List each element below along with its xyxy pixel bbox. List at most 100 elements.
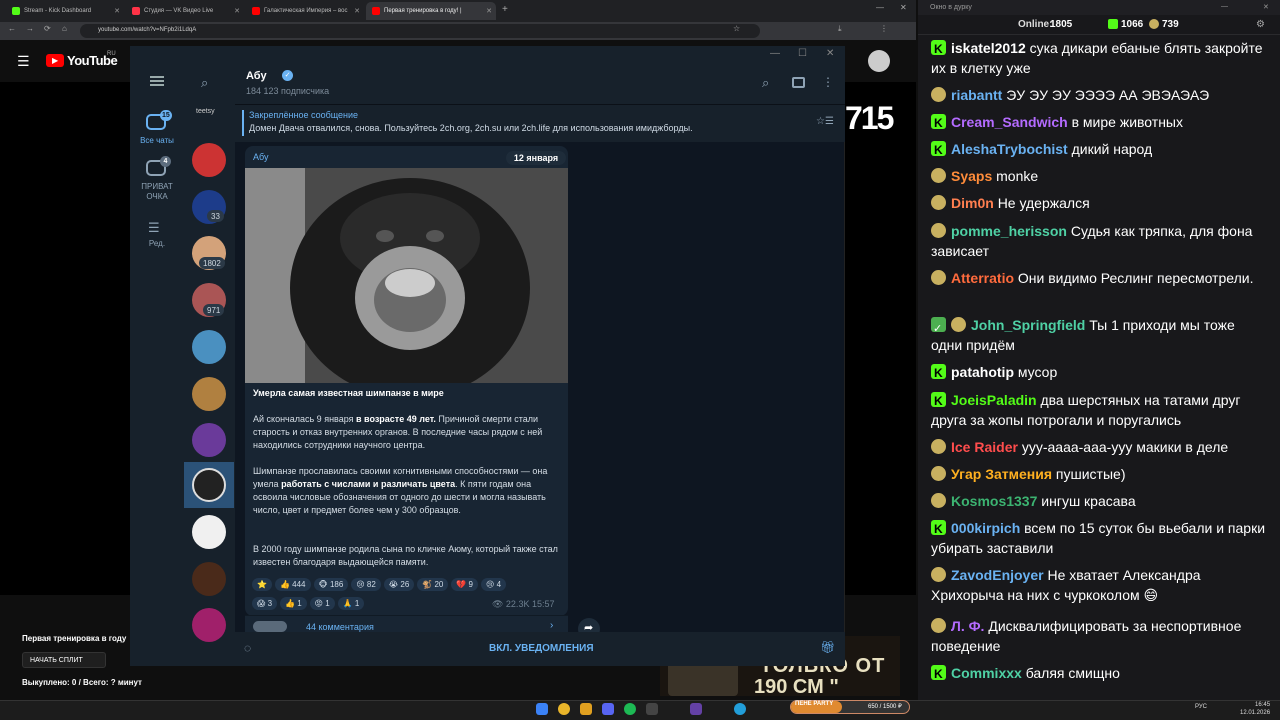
spotify-icon[interactable] [624, 703, 636, 715]
browser-tab-youtube-1[interactable]: Галактическая Империя – вос ✕ [246, 2, 364, 20]
browser-tab-youtube-active[interactable]: Первая тренировка в году! | ✕ [366, 2, 496, 20]
chat-username[interactable]: Угар Затмения [951, 466, 1052, 482]
forward-icon[interactable]: → [26, 24, 34, 33]
reaction-chip[interactable]: 🐒 20 [417, 578, 449, 591]
language-indicator[interactable]: РУС [1195, 704, 1207, 710]
channel-name[interactable]: Абу [246, 70, 267, 82]
avatar[interactable] [192, 423, 226, 457]
discord-icon[interactable] [602, 703, 614, 715]
close-icon[interactable]: ✕ [234, 7, 240, 15]
folder-all-chats[interactable]: Все чаты [134, 136, 180, 146]
avatar[interactable] [192, 515, 226, 549]
more-icon[interactable]: ⋮ [822, 75, 834, 89]
gear-icon[interactable]: ⚙ [1256, 19, 1265, 30]
reaction-chip[interactable]: 👍 1 [280, 597, 307, 610]
close-window-icon[interactable]: ✕ [900, 3, 907, 12]
menu-dots-icon[interactable]: ⋮ [880, 24, 888, 33]
menu-icon[interactable]: ☰ [17, 53, 30, 70]
close-icon[interactable]: ✕ [354, 7, 360, 15]
avatar[interactable] [192, 330, 226, 364]
message-paragraph: Шимпанзе прославилась своими когнитивным… [253, 465, 561, 517]
chat-username[interactable]: Syaps [951, 168, 992, 184]
minimize-icon[interactable]: — [1221, 3, 1228, 10]
chat-username[interactable]: Cream_Sandwich [951, 114, 1068, 130]
chat-username[interactable]: 000kirpich [951, 520, 1020, 536]
chat-username[interactable]: iskatel2012 [951, 40, 1026, 56]
windows-start-icon[interactable] [536, 703, 548, 715]
avatar[interactable] [192, 143, 226, 177]
reaction-chip[interactable]: 🐵 186 [313, 578, 349, 591]
back-icon[interactable]: ← [8, 24, 16, 33]
address-bar[interactable]: youtube.com/watch?v=NFpb2i1LdqA [80, 24, 760, 38]
chat-username[interactable]: Commixxx [951, 665, 1022, 681]
chimpanzee-photo [245, 168, 568, 383]
close-window-icon[interactable]: ✕ [1263, 3, 1269, 11]
user-badge-icon [931, 567, 946, 582]
youtube-logo-icon[interactable]: ▶ [46, 54, 64, 67]
chat-username[interactable]: Л. Ф. [951, 618, 984, 634]
clock[interactable]: 16:45 12.01.2026 [1240, 701, 1270, 717]
chat-username[interactable]: Kosmos1337 [951, 493, 1037, 509]
reaction-chip[interactable]: 😭 26 [383, 578, 415, 591]
chat-username[interactable]: Atterratio [951, 270, 1014, 286]
avatar[interactable] [192, 377, 226, 411]
close-window-icon[interactable]: ✕ [826, 48, 834, 59]
avatar[interactable] [192, 608, 226, 642]
telegram-icon[interactable] [734, 703, 746, 715]
chat-username[interactable]: pomme_herisson [951, 223, 1067, 239]
chat-username[interactable]: ZavodEnjoyer [951, 567, 1044, 583]
sliders-icon[interactable]: ☰ [148, 220, 160, 236]
avatar[interactable] [192, 468, 226, 502]
browser-tab-vk[interactable]: Студия — VK Видео Live ✕ [126, 2, 244, 20]
reaction-chip[interactable]: 😡 1 [309, 597, 335, 610]
reaction-chip[interactable]: 🙏 1 [337, 597, 365, 610]
close-icon[interactable]: ✕ [114, 7, 120, 15]
avatar[interactable] [192, 562, 226, 596]
reaction-chip[interactable]: 😢 82 [351, 578, 381, 591]
chat-username[interactable]: riabantt [951, 87, 1002, 103]
reaction-chip[interactable]: 💔 9 [451, 578, 478, 591]
reaction-chip[interactable]: 👍 444 [274, 578, 311, 591]
gift-icon[interactable]: 🎁︎ [820, 640, 835, 654]
avatar[interactable] [868, 50, 890, 72]
minimize-icon[interactable]: — [770, 48, 780, 59]
bookmark-star-icon[interactable]: ☆ [733, 24, 740, 33]
obs-icon[interactable] [646, 703, 658, 715]
discussion-icon[interactable]: ◌ [244, 641, 251, 655]
download-icon[interactable]: ⤓ [838, 24, 842, 34]
reaction-chip[interactable]: ⭐ [252, 578, 272, 591]
app-icon[interactable] [690, 703, 702, 715]
chrome-icon[interactable] [558, 703, 570, 715]
reaction-chip[interactable]: 😢 4 [481, 578, 507, 591]
enable-notifications-button[interactable]: ВКЛ. УВЕДОМЛЕНИЯ [489, 643, 594, 654]
chat-message: Kosmos1337 ингуш красава [931, 491, 1266, 511]
minimize-icon[interactable]: — [876, 3, 884, 12]
reaction-chip[interactable]: 😱 3 [252, 597, 278, 610]
chat-username[interactable]: John_Springfield [971, 317, 1085, 333]
home-icon[interactable]: ⌂ [62, 24, 67, 33]
chat-username[interactable]: AleshaTrybochist [951, 141, 1068, 157]
subscriber-count: 184 123 подписчика [246, 86, 330, 96]
browser-tab-kick[interactable]: Stream - Kick Dashboard ✕ [6, 2, 124, 20]
message-photo[interactable] [245, 168, 568, 383]
chat-username[interactable]: JoeisPaladin [951, 392, 1037, 408]
hamburger-icon[interactable] [150, 76, 164, 86]
new-tab-button[interactable]: + [502, 4, 508, 15]
folder-icon[interactable] [580, 703, 592, 715]
reload-icon[interactable]: ⟳ [44, 24, 51, 33]
video-title: Первая тренировка в году [22, 634, 127, 643]
chat-username[interactable]: Ice Raider [951, 439, 1018, 455]
window-title: Окно в дурку [930, 4, 972, 11]
message-author[interactable]: Абу [253, 152, 268, 162]
search-icon[interactable]: ⌕ [201, 75, 208, 91]
sidebar-toggle-icon[interactable] [792, 77, 805, 88]
chat-username[interactable]: patahotip [951, 364, 1014, 380]
start-split-button[interactable]: НАЧАТЬ СПЛИТ [22, 652, 106, 668]
close-icon[interactable]: ✕ [486, 7, 492, 15]
maximize-icon[interactable]: ☐ [798, 48, 807, 59]
pin-list-icon[interactable]: ☆☰ [816, 116, 834, 127]
search-icon[interactable]: ⌕ [762, 75, 769, 91]
chat-username[interactable]: Dim0n [951, 195, 994, 211]
folder-edit[interactable]: Ред. [134, 239, 180, 249]
folder-private[interactable]: ПРИВАТ ОЧКА [134, 182, 180, 202]
